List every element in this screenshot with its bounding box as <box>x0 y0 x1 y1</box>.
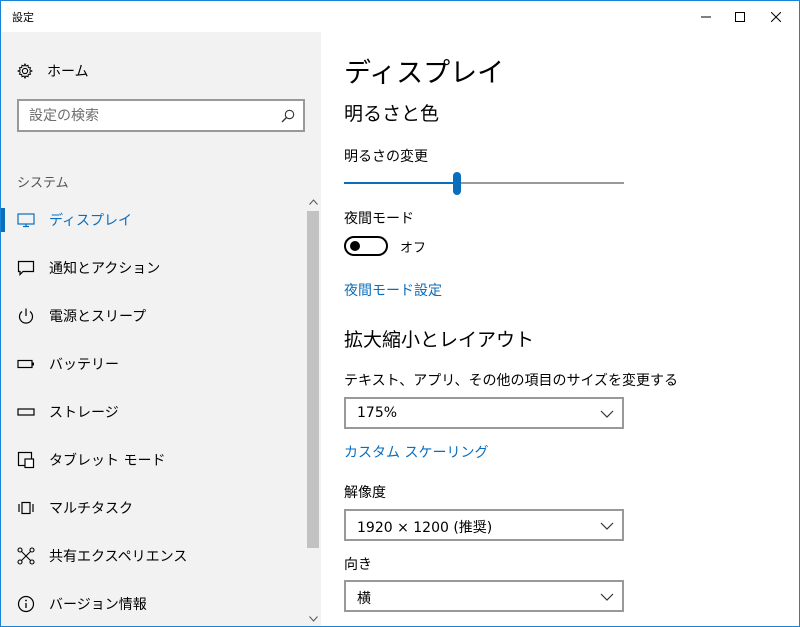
gear-icon <box>17 63 33 79</box>
search-icon[interactable] <box>280 108 296 124</box>
info-icon <box>17 595 35 613</box>
chevron-up-icon <box>308 199 318 205</box>
sidebar-item-label: バッテリー <box>49 357 119 373</box>
battery-icon <box>17 355 35 373</box>
sidebar-item-about[interactable]: バージョン情報 <box>1 580 305 626</box>
close-button[interactable] <box>753 1 799 32</box>
scale-dropdown[interactable]: 175% <box>344 397 624 429</box>
sidebar-item-tablet-mode[interactable]: タブレット モード <box>1 436 305 484</box>
scroll-down-button[interactable] <box>305 611 321 626</box>
sidebar-item-shared-experiences[interactable]: 共有エクスペリエンス <box>1 532 305 580</box>
monitor-icon <box>17 211 35 229</box>
slider-track <box>461 182 624 184</box>
orientation-label: 向き <box>344 557 372 573</box>
brightness-label: 明るさの変更 <box>344 149 428 165</box>
brightness-slider[interactable] <box>344 172 624 196</box>
minimize-icon <box>701 16 711 17</box>
sidebar-item-label: ディスプレイ <box>49 213 133 229</box>
title-bar: 設定 <box>1 1 799 32</box>
section-heading-brightness: 明るさと色 <box>344 103 440 125</box>
chevron-down-icon <box>600 522 614 530</box>
content-pane: ディスプレイ 明るさと色 明るさの変更 夜間モード オフ 夜間モード設定 拡大縮… <box>321 32 799 626</box>
resolution-dropdown[interactable]: 1920 × 1200 (推奨) <box>344 509 624 541</box>
sidebar-item-notifications[interactable]: 通知とアクション <box>1 244 305 292</box>
storage-icon <box>17 403 35 421</box>
sidebar-item-label: バージョン情報 <box>49 597 147 613</box>
sidebar-item-label: タブレット モード <box>49 453 166 469</box>
search-input[interactable] <box>29 107 269 125</box>
scale-value: 175% <box>357 405 398 421</box>
sidebar-item-label: 電源とスリープ <box>49 309 147 325</box>
home-label: ホーム <box>47 64 89 80</box>
close-icon <box>771 11 781 22</box>
chevron-down-icon <box>308 616 318 622</box>
section-heading-scale: 拡大縮小とレイアウト <box>344 329 535 351</box>
search-box[interactable] <box>17 99 305 132</box>
sidebar-item-battery[interactable]: バッテリー <box>1 340 305 388</box>
slider-track-fill <box>344 182 453 184</box>
sidebar-item-label: マルチタスク <box>49 501 133 517</box>
scale-label: テキスト、アプリ、その他の項目のサイズを変更する <box>344 373 679 389</box>
orientation-dropdown[interactable]: 横 <box>344 580 624 612</box>
settings-window: 設定 ホーム システム <box>0 0 800 627</box>
sidebar-item-label: ストレージ <box>49 405 119 421</box>
night-mode-toggle-row: オフ <box>344 235 426 257</box>
active-indicator <box>1 208 5 232</box>
message-icon <box>17 259 35 277</box>
window-title: 設定 <box>12 11 34 24</box>
maximize-icon <box>735 11 745 22</box>
sidebar-item-display[interactable]: ディスプレイ <box>1 196 305 244</box>
resolution-value: 1920 × 1200 (推奨) <box>357 520 493 536</box>
scroll-up-button[interactable] <box>305 194 321 210</box>
night-mode-settings-link[interactable]: 夜間モード設定 <box>344 280 442 300</box>
resolution-label: 解像度 <box>344 485 386 501</box>
toggle-state-label: オフ <box>400 240 427 256</box>
sidebar-item-storage[interactable]: ストレージ <box>1 388 305 436</box>
night-mode-toggle[interactable] <box>344 236 388 256</box>
slider-thumb[interactable] <box>453 172 461 195</box>
power-icon <box>17 307 35 325</box>
night-mode-label: 夜間モード <box>344 211 414 227</box>
tablet-icon <box>17 451 35 469</box>
sidebar: ホーム システム ディスプレイ 通知とアクション <box>1 32 321 626</box>
sidebar-item-power[interactable]: 電源とスリープ <box>1 292 305 340</box>
chevron-down-icon <box>600 410 614 418</box>
page-title: ディスプレイ <box>344 58 505 89</box>
share-icon <box>17 547 35 565</box>
sidebar-item-label: 共有エクスペリエンス <box>49 549 188 565</box>
scroll-thumb[interactable] <box>307 211 319 548</box>
multitask-icon <box>17 499 35 517</box>
chevron-down-icon <box>600 593 614 601</box>
custom-scaling-link[interactable]: カスタム スケーリング <box>344 442 488 462</box>
home-nav-item[interactable]: ホーム <box>17 60 89 82</box>
sidebar-item-multitasking[interactable]: マルチタスク <box>1 484 305 532</box>
orientation-value: 横 <box>357 591 371 607</box>
sidebar-scrollbar[interactable] <box>305 194 321 626</box>
toggle-knob <box>350 241 360 251</box>
section-label-system: システム <box>17 176 69 191</box>
sidebar-item-label: 通知とアクション <box>49 261 161 277</box>
